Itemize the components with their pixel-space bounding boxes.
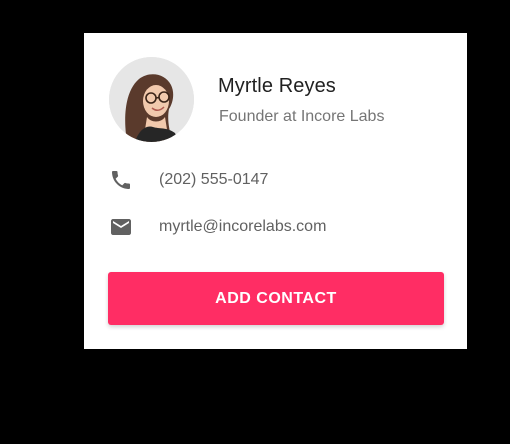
contact-phone[interactable]: (202) 555-0147: [159, 171, 268, 189]
add-contact-button[interactable]: ADD CONTACT: [108, 272, 444, 325]
contact-title: Founder at Incore Labs: [219, 108, 385, 125]
contact-card: Myrtle Reyes Founder at Incore Labs (202…: [84, 33, 467, 349]
contact-email[interactable]: myrtle@incorelabs.com: [159, 218, 326, 236]
avatar-photo: [109, 57, 194, 142]
contact-name: Myrtle Reyes: [218, 75, 336, 97]
email-icon: [109, 215, 133, 239]
avatar: [109, 57, 194, 142]
phone-icon: [109, 168, 133, 192]
